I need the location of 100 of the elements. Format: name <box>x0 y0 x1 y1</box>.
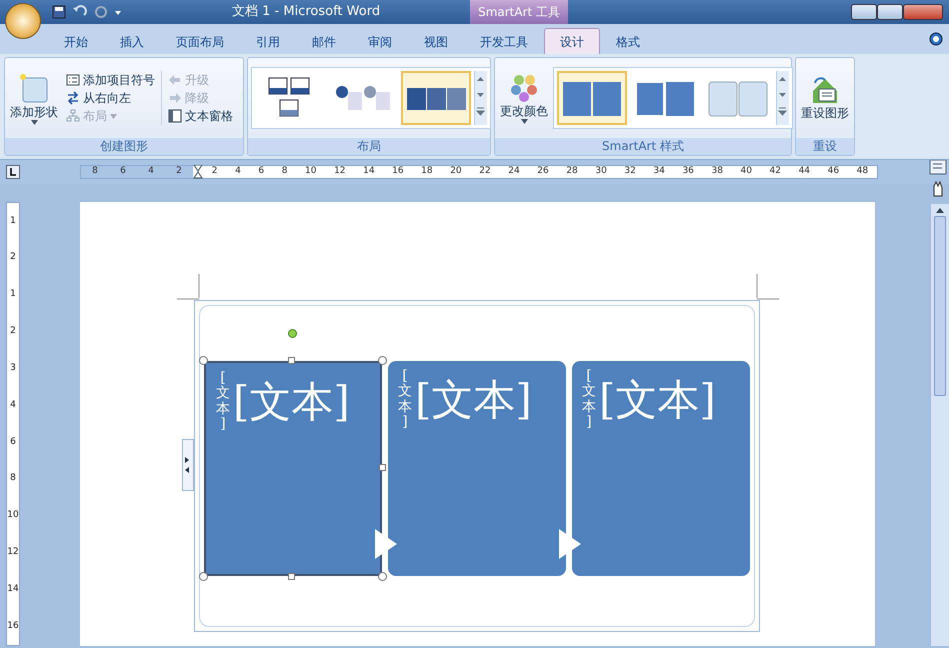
ruler-number: 1 <box>10 214 16 228</box>
ribbon-tab[interactable]: 开发工具 <box>464 28 544 54</box>
ruler-number: 16 <box>7 620 19 633</box>
text-pane-icon <box>168 109 182 123</box>
ribbon-tab[interactable]: 页面布局 <box>160 28 240 54</box>
minimize-button[interactable] <box>851 4 877 20</box>
ruler-number: 4 <box>148 165 154 178</box>
resize-handle[interactable] <box>378 356 387 365</box>
ruler-number: 48 <box>856 165 868 178</box>
arrow-icon <box>375 529 399 559</box>
window-title: 文档 1 - Microsoft Word <box>232 3 380 22</box>
right-arrow-icon <box>168 91 182 105</box>
ruler-number: 6 <box>120 165 126 178</box>
ruler-number: 14 <box>363 165 375 178</box>
tab-stop-selector-icon[interactable] <box>6 165 20 179</box>
resize-handle[interactable] <box>199 356 208 365</box>
add-shape-button[interactable]: 添加形状 <box>8 70 60 126</box>
vertical-text: [文本] <box>582 369 596 431</box>
ribbon-tab[interactable]: 引用 <box>240 28 296 54</box>
ruler-number: 10 <box>7 509 19 522</box>
ruler-number: 1 <box>10 288 16 302</box>
style-option[interactable] <box>557 71 627 125</box>
ruler-number: 26 <box>537 165 549 178</box>
expand-arrows-icon <box>183 455 191 475</box>
resize-handle[interactable] <box>379 464 386 471</box>
ruler-number: 36 <box>682 165 694 178</box>
context-tool-title: SmartArt 工具 <box>470 0 568 24</box>
caret-icon[interactable] <box>114 8 122 16</box>
arrow-icon <box>559 529 583 559</box>
ruler-number: 22 <box>479 165 491 178</box>
layout-option[interactable] <box>401 71 471 125</box>
ruler-number: 38 <box>711 165 723 178</box>
ruler-number: 46 <box>828 165 840 178</box>
ruler-number: 8 <box>10 472 16 486</box>
resize-handle[interactable] <box>288 357 295 364</box>
shape-icon <box>19 72 49 104</box>
ruler-number: 16 <box>392 165 404 178</box>
ribbon-tab[interactable]: 邮件 <box>296 28 352 54</box>
ruler-number: 2 <box>176 165 182 178</box>
resize-handle[interactable] <box>378 572 387 581</box>
save-icon[interactable] <box>52 5 66 19</box>
ruler-number: 8 <box>282 165 288 178</box>
view-ruler-icon[interactable] <box>929 160 947 198</box>
ruler-number: 42 <box>770 165 781 178</box>
ribbon-button[interactable]: 文本窗格 <box>165 107 236 125</box>
vertical-text: [文本] <box>398 369 412 431</box>
ruler-number: 24 <box>508 165 520 178</box>
ruler-number: 2 <box>10 325 16 338</box>
ruler-number: 12 <box>334 165 346 178</box>
ruler-number: 44 <box>798 165 810 178</box>
resize-handle[interactable] <box>199 572 208 581</box>
ruler-number: 28 <box>566 165 578 178</box>
ribbon-tab[interactable]: 设计 <box>544 28 600 54</box>
office-button[interactable] <box>5 3 41 39</box>
left-arrow-icon <box>168 73 182 87</box>
ruler-number: 4 <box>235 165 241 178</box>
ruler-number: 12 <box>7 546 19 560</box>
ribbon-tab[interactable]: 插入 <box>104 28 160 54</box>
ruler-number: 4 <box>10 398 16 412</box>
scrollbar-thumb[interactable] <box>934 216 946 396</box>
ribbon-tab[interactable]: 审阅 <box>352 28 408 54</box>
caret-icon <box>520 118 528 124</box>
ruler-number: 2 <box>10 251 16 264</box>
rotate-handle[interactable] <box>288 329 297 338</box>
group-label: SmartArt 样式 <box>495 138 791 155</box>
maximize-button[interactable] <box>877 4 903 20</box>
bullet-list-icon <box>66 73 80 87</box>
ruler-number: 6 <box>10 436 16 449</box>
ruler-number: 20 <box>450 165 462 178</box>
ruler-number: 14 <box>7 582 19 596</box>
change-colors-button[interactable]: 更改颜色 <box>498 70 550 126</box>
text-pane-toggle[interactable] <box>182 439 194 491</box>
ribbon-tab[interactable]: 格式 <box>600 28 656 54</box>
node-text: [文本] <box>233 381 350 423</box>
help-icon[interactable] <box>929 32 943 46</box>
ruler-number: 40 <box>740 165 752 178</box>
group-label: 重设 <box>796 138 854 155</box>
node-text: [文本] <box>415 379 532 421</box>
group-label: 布局 <box>248 138 490 155</box>
ribbon-button[interactable]: 添加项目符号 <box>63 71 158 89</box>
node-text: [文本] <box>599 379 716 421</box>
close-button[interactable] <box>903 4 943 20</box>
hierarchy-icon <box>66 109 80 123</box>
ribbon-button[interactable]: 从右向左 <box>63 89 158 107</box>
ruler-number: 6 <box>258 165 264 178</box>
swap-arrows-icon <box>66 91 80 105</box>
vertical-text: [文本] <box>216 371 230 433</box>
ruler-number: 8 <box>92 165 98 178</box>
ribbon-tab[interactable]: 视图 <box>408 28 464 54</box>
resize-handle[interactable] <box>288 573 295 580</box>
group-label: 创建图形 <box>5 138 243 155</box>
ruler-number: 18 <box>421 165 433 178</box>
color-palette-icon <box>509 72 539 102</box>
ruler-number: 34 <box>653 165 665 178</box>
ruler-number: 30 <box>595 165 607 178</box>
ribbon-tab[interactable]: 开始 <box>48 28 104 54</box>
ruler-number: 10 <box>305 165 316 178</box>
ruler-number: 2 <box>212 165 218 178</box>
reset-graphic-button[interactable]: 重设图形 <box>799 73 851 123</box>
ruler-number: 32 <box>624 165 636 178</box>
